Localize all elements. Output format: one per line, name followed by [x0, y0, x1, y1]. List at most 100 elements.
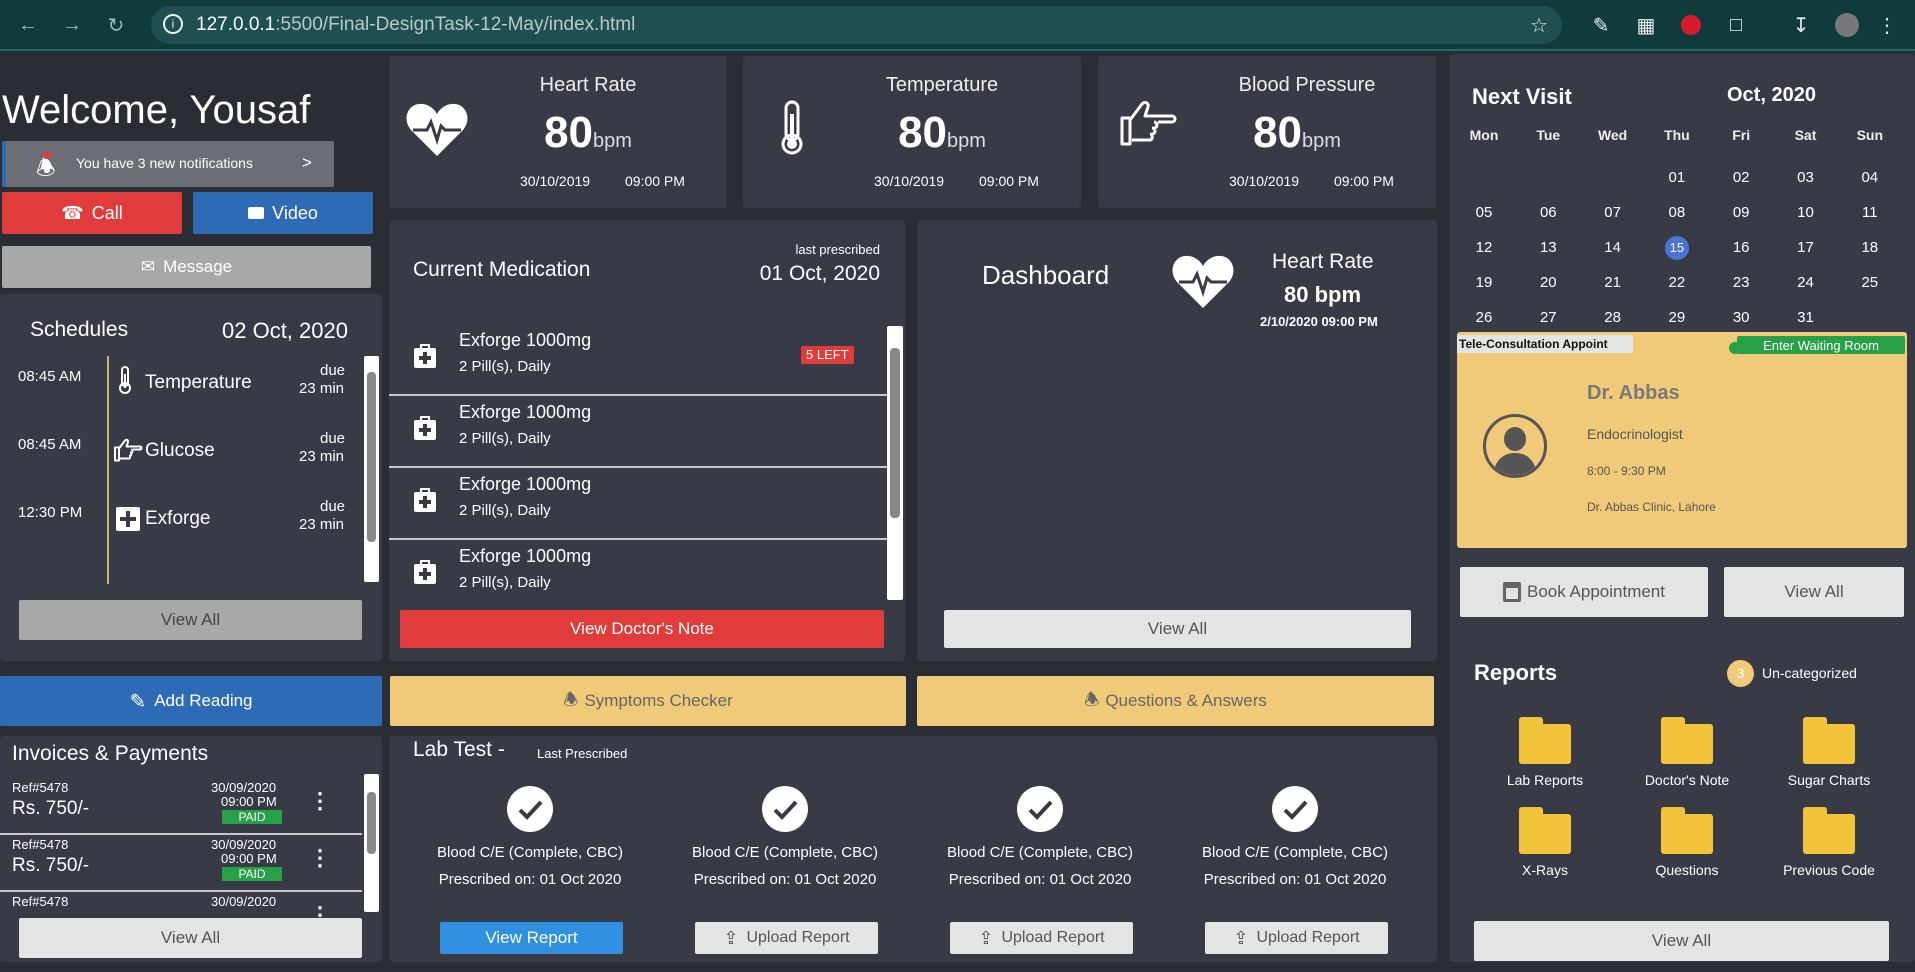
forward-icon[interactable]: →	[58, 11, 86, 39]
reload-icon[interactable]: ↻	[102, 11, 130, 39]
vital-number: 80	[1253, 108, 1303, 157]
calendar-day[interactable]: 10	[1774, 201, 1838, 225]
enter-waiting-room-button[interactable]: Enter Waiting Room	[1737, 336, 1905, 354]
calendar-day[interactable]: 02	[1709, 166, 1773, 190]
calendar-day[interactable]: 22	[1645, 271, 1709, 295]
uncategorized-label[interactable]: Un-categorized	[1762, 665, 1857, 681]
menu-dots-icon[interactable]: ⋮	[1872, 10, 1902, 40]
calendar-day[interactable]: 18	[1838, 236, 1902, 260]
message-button[interactable]: ✉ Message	[2, 246, 371, 288]
invoice-row[interactable]: Ref#5478 Rs. 750/- 30/09/2020 09:00 PM PAID ⋮	[0, 837, 362, 892]
calendar-day[interactable]: 25	[1838, 271, 1902, 295]
bookmark-star-icon[interactable]: ☆	[1524, 10, 1554, 40]
medication-scrollbar[interactable]	[887, 326, 903, 600]
profile-avatar-icon[interactable]	[1832, 10, 1862, 40]
more-options-icon[interactable]: ⋮	[309, 788, 331, 814]
scrollbar-thumb[interactable]	[367, 372, 376, 542]
upload-report-button[interactable]: ⇪ Upload Report	[695, 922, 878, 954]
url-text[interactable]: 127.0.0.1:5500/Final-DesignTask-12-May/i…	[196, 6, 635, 44]
calendar-day[interactable]: 16	[1709, 236, 1773, 260]
calendar-day[interactable]: 29	[1645, 306, 1709, 330]
folder-icon	[1519, 717, 1571, 764]
next-visit-view-all-button[interactable]: View All	[1724, 567, 1904, 617]
calendar-day[interactable]: 23	[1709, 271, 1773, 295]
schedule-item[interactable]: 08:45 AM Temperature due 23 min	[0, 362, 360, 422]
medication-item[interactable]: Exforge 1000mg 2 Pill(s), Daily	[389, 468, 887, 540]
dashboard-title: Dashboard	[982, 260, 1110, 290]
dashboard-view-all-button[interactable]: View All	[944, 610, 1411, 648]
calendar-day[interactable]: 27	[1516, 306, 1580, 330]
medication-item[interactable]: Exforge 1000mg 2 Pill(s), Daily 5 LEFT	[389, 324, 887, 396]
folder-icon	[1803, 717, 1855, 764]
lab-test-prescribed: Prescribed on: 01 Oct 2020	[1203, 871, 1387, 888]
vital-date: 30/10/2019	[874, 173, 945, 189]
report-folder[interactable]: Previous Code	[1759, 806, 1899, 886]
check-circle-icon	[762, 786, 808, 832]
scrollbar-thumb[interactable]	[890, 348, 900, 518]
calendar-day[interactable]: 31	[1774, 306, 1838, 330]
calendar-day[interactable]: 24	[1774, 271, 1838, 295]
notification-arrow[interactable]: >	[302, 153, 312, 173]
calendar-day-selected[interactable]: 15	[1664, 236, 1689, 260]
calendar-day[interactable]: 26	[1452, 306, 1516, 330]
calendar-day[interactable]: 05	[1452, 201, 1516, 225]
symptoms-checker-button[interactable]: 🕭 Symptoms Checker	[390, 676, 906, 726]
calendar-day[interactable]: 04	[1838, 166, 1902, 190]
calendar-day[interactable]: 09	[1709, 201, 1773, 225]
schedules-view-all-button[interactable]: View All	[19, 600, 362, 640]
medication-item[interactable]: Exforge 1000mg 2 Pill(s), Daily	[389, 540, 887, 610]
upload-report-button[interactable]: ⇪ Upload Report	[1205, 922, 1388, 954]
invoices-scrollbar[interactable]	[364, 774, 379, 912]
calendar-day[interactable]: 17	[1774, 236, 1838, 260]
reports-view-all-button[interactable]: View All	[1474, 921, 1889, 961]
view-report-button[interactable]: View Report	[440, 922, 623, 954]
video-button[interactable]: Video	[193, 192, 373, 234]
eyedropper-icon[interactable]: ✎	[1586, 10, 1616, 40]
stop-extension-icon[interactable]	[1676, 10, 1706, 40]
report-folder[interactable]: Lab Reports	[1475, 716, 1615, 796]
calendar-day[interactable]: 30	[1709, 306, 1773, 330]
download-icon[interactable]: ↧	[1786, 10, 1816, 40]
calendar-day[interactable]: 01	[1645, 166, 1709, 190]
site-info-icon[interactable]: i	[163, 14, 183, 34]
check-circle-icon	[1272, 786, 1318, 832]
calendar-day[interactable]: 19	[1452, 271, 1516, 295]
extension-icon[interactable]: ▦	[1631, 10, 1661, 40]
calendar-day[interactable]: 13	[1516, 236, 1580, 260]
medication-item[interactable]: Exforge 1000mg 2 Pill(s), Daily	[389, 396, 887, 468]
calendar-day[interactable]: 11	[1838, 201, 1902, 225]
calendar-day[interactable]: 07	[1581, 201, 1645, 225]
call-button[interactable]: ☎ Call	[2, 192, 182, 234]
calendar-day[interactable]: 14	[1581, 236, 1645, 260]
report-folder[interactable]: X-Rays	[1475, 806, 1615, 886]
calendar-day[interactable]: 03	[1774, 166, 1838, 190]
notification-bar[interactable]: 🕭 You have 3 new notifications >	[2, 141, 334, 187]
add-reading-button[interactable]: ✎ Add Reading	[0, 676, 382, 726]
schedule-item[interactable]: 08:45 AM Glucose due 23 min	[0, 430, 360, 490]
calendar-day[interactable]: 12	[1452, 236, 1516, 260]
calendar-day[interactable]: 08	[1645, 201, 1709, 225]
schedules-scrollbar[interactable]	[364, 356, 379, 582]
report-folder[interactable]: Questions	[1617, 806, 1757, 886]
report-folder[interactable]: Doctor's Note	[1617, 716, 1757, 796]
report-folder[interactable]: Sugar Charts	[1759, 716, 1899, 796]
puzzle-icon[interactable]: □	[1721, 10, 1751, 40]
schedule-mins: 23 min	[299, 380, 345, 397]
back-icon[interactable]: ←	[14, 11, 42, 39]
weekday-header: Tue	[1536, 127, 1561, 143]
calendar-day[interactable]: 21	[1581, 271, 1645, 295]
more-options-icon[interactable]: ⋮	[309, 845, 331, 871]
calendar-day[interactable]: 06	[1516, 201, 1580, 225]
invoices-view-all-button[interactable]: View All	[19, 918, 362, 958]
invoice-row[interactable]: Ref#5478 Rs. 750/- 30/09/2020 09:00 PM PAID ⋮	[0, 780, 362, 835]
uncategorized-count-badge: 3	[1727, 660, 1754, 687]
upload-report-button[interactable]: ⇪ Upload Report	[950, 922, 1133, 954]
schedule-item[interactable]: 12:30 PM Exforge due 23 min	[0, 498, 360, 558]
calendar-day[interactable]: 28	[1581, 306, 1645, 330]
calendar-day[interactable]: 20	[1516, 271, 1580, 295]
lab-test-prescribed: Prescribed on: 01 Oct 2020	[438, 871, 622, 888]
scrollbar-thumb[interactable]	[367, 792, 376, 854]
view-doctors-note-button[interactable]: View Doctor's Note	[400, 610, 884, 648]
book-appointment-button[interactable]: Book Appointment	[1460, 567, 1708, 617]
questions-answers-button[interactable]: 🕭 Questions & Answers	[917, 676, 1434, 726]
